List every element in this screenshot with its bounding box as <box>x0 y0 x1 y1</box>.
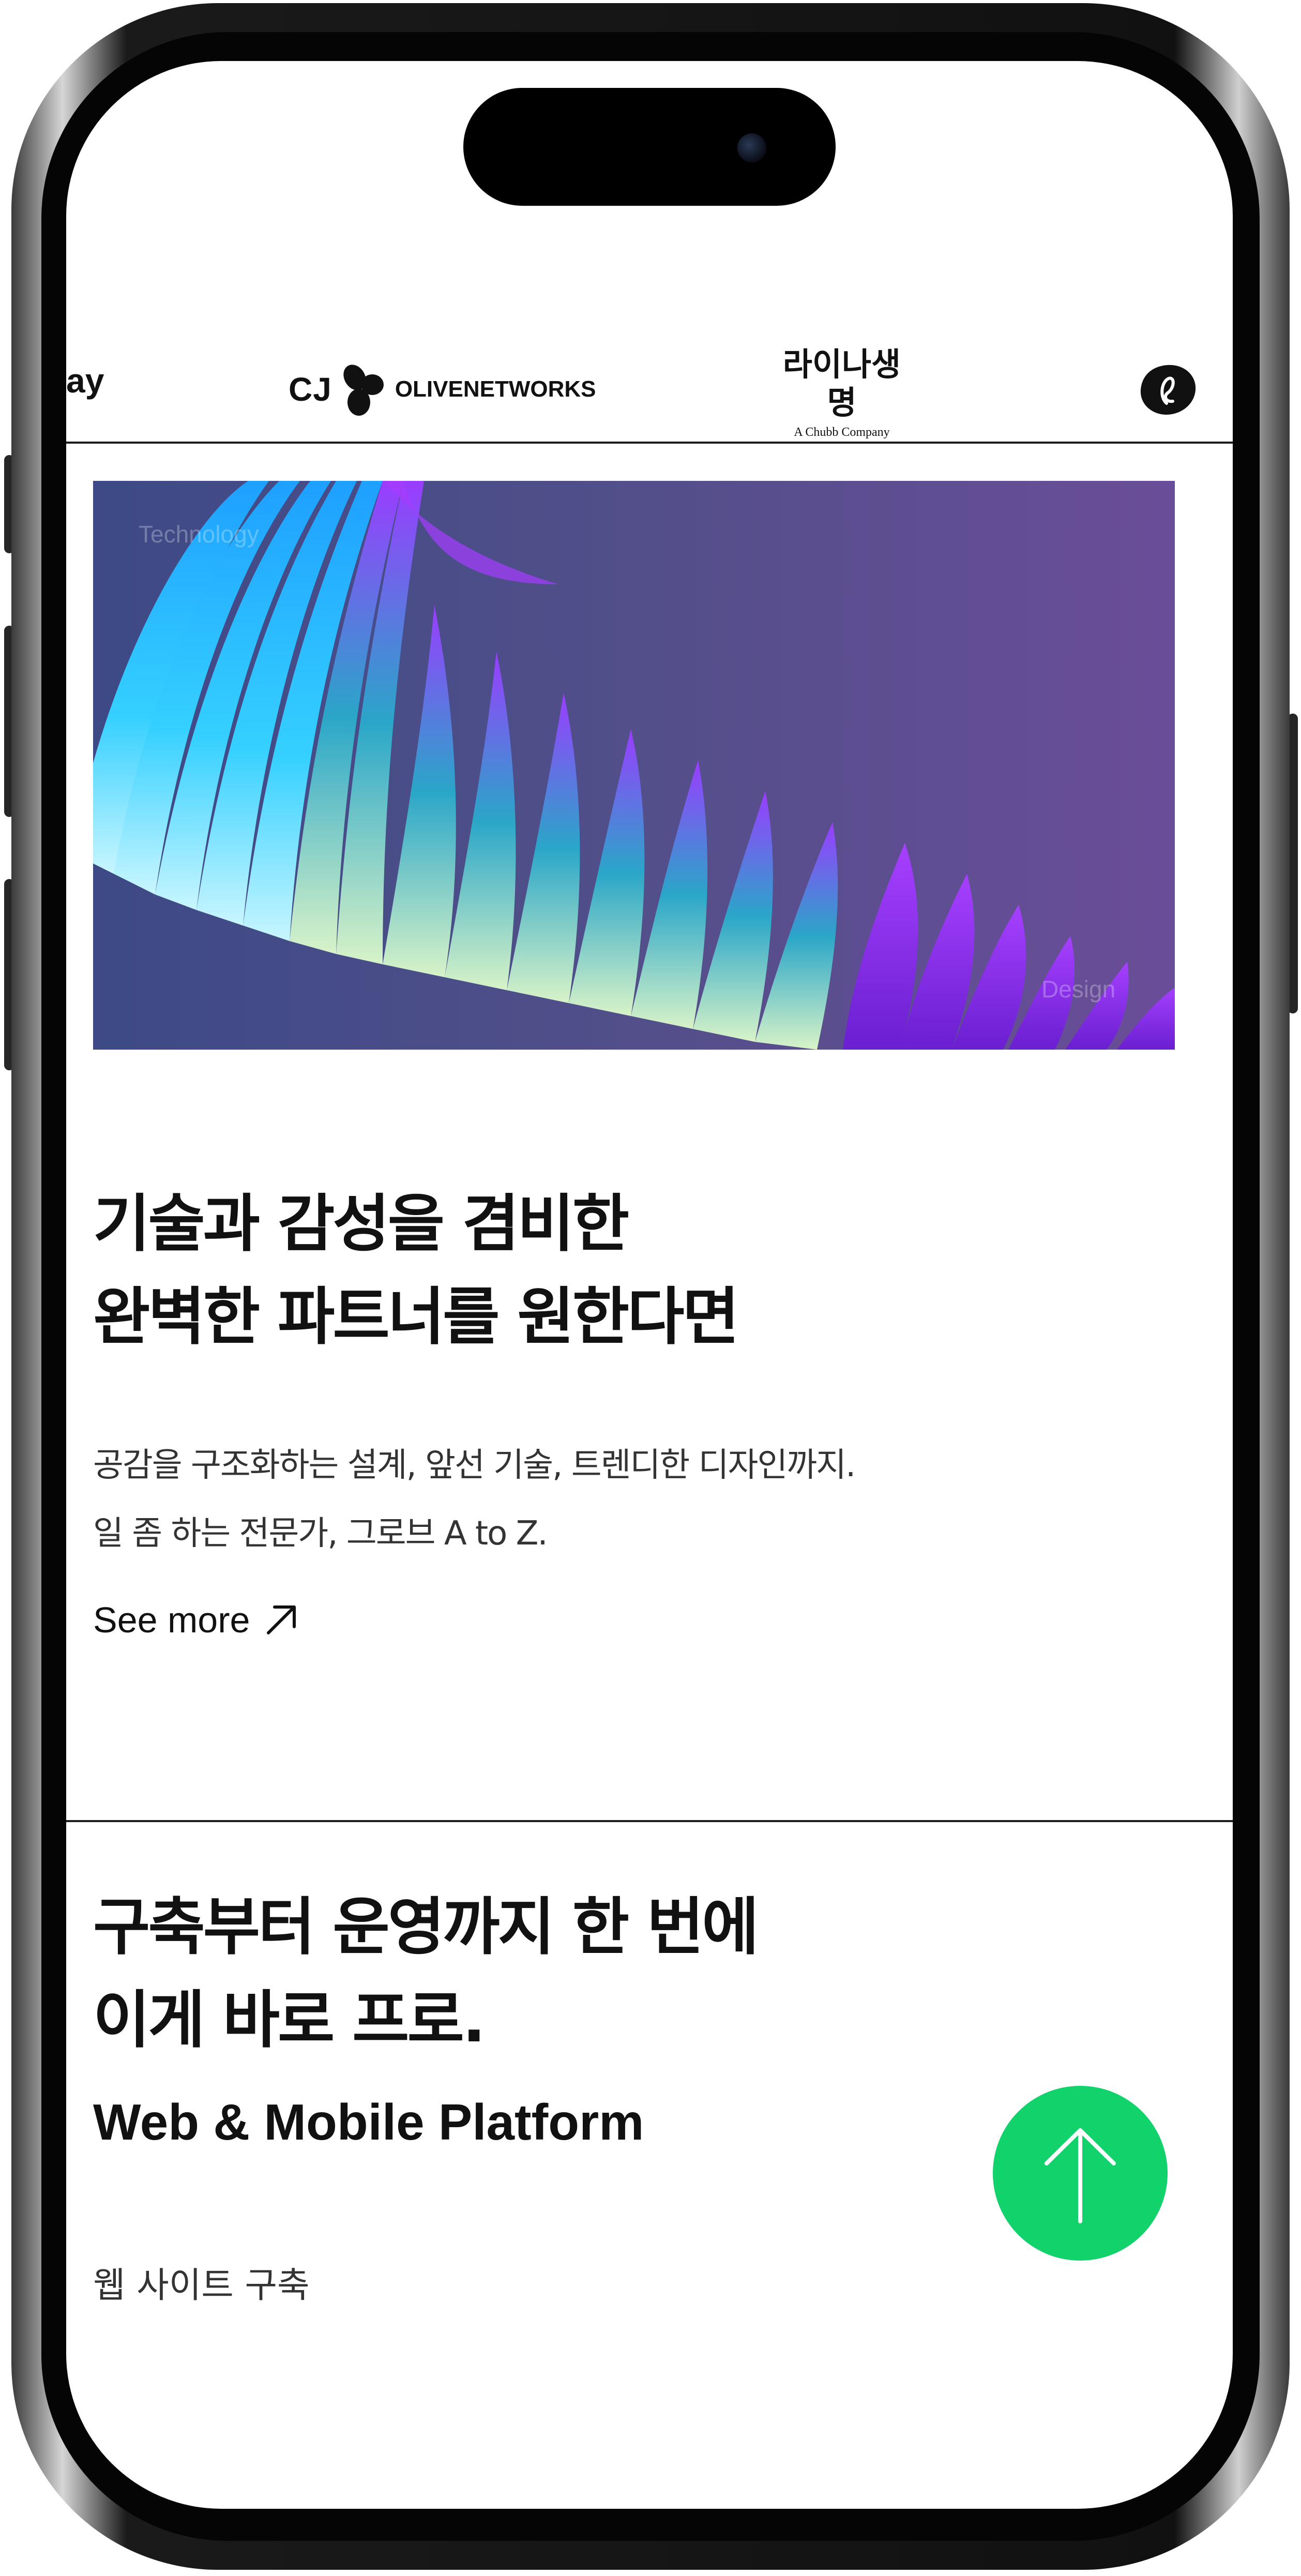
intro-description-line2: 일 좀 하는 전문가, 그로브 A to Z. <box>93 1514 548 1553</box>
cj-olivenetworks-logo: CJ OLIVENETWORKS <box>289 361 596 418</box>
hero-tag-design: Design <box>1041 976 1116 1003</box>
services-item: 웹 사이트 구축 <box>93 2265 310 2306</box>
scroll-to-top-button[interactable] <box>993 2086 1168 2261</box>
olivenetworks-text: OLIVENETWORKS <box>395 376 596 402</box>
client-logos: ay CJ OLIVENETWORKS 라이나생명 A Chubb Compan… <box>66 283 1233 439</box>
lina-tagline: A Chubb Company <box>794 426 890 439</box>
dynamic-island <box>463 88 836 206</box>
cj-logo-text: CJ <box>289 371 332 408</box>
intro-headline-line2: 완벽한 파트너를 원한다면 <box>93 1281 739 1353</box>
section-divider <box>66 1820 1233 1822</box>
see-more-label: See more <box>93 1600 250 1640</box>
arrow-up-icon <box>1045 2128 1116 2223</box>
services-headline-line2: 이게 바로 프로. <box>93 1984 486 2056</box>
see-more-link[interactable]: See more <box>93 1592 299 1648</box>
partial-logo: ay <box>66 361 104 400</box>
brand-blob-icon <box>1140 365 1196 415</box>
intro-description-line1: 공감을 구조화하는 설계, 앞선 기술, 트렌디한 디자인까지. <box>93 1446 856 1484</box>
lina-logo-text: 라이나생명 <box>782 345 901 421</box>
services-headline-line1: 구축부터 운영까지 한 번에 <box>93 1891 759 1963</box>
arrow-up-right-icon <box>267 1605 296 1634</box>
intro-headline-line1: 기술과 감성을 겸비한 <box>93 1188 629 1260</box>
camera-icon <box>737 133 766 162</box>
cj-mark-icon <box>343 365 384 416</box>
hero-artwork <box>93 481 1175 1050</box>
phone-screen: ay CJ OLIVENETWORKS 라이나생명 A Chubb Compan… <box>66 61 1233 2509</box>
lina-logo: 라이나생명 A Chubb Company <box>769 345 914 443</box>
services-subheading: Web & Mobile Platform <box>93 2094 644 2150</box>
hero-tag-technology: Technology <box>139 521 259 548</box>
section-divider <box>66 442 1233 444</box>
hero-image: Technology Design <box>93 481 1175 1050</box>
